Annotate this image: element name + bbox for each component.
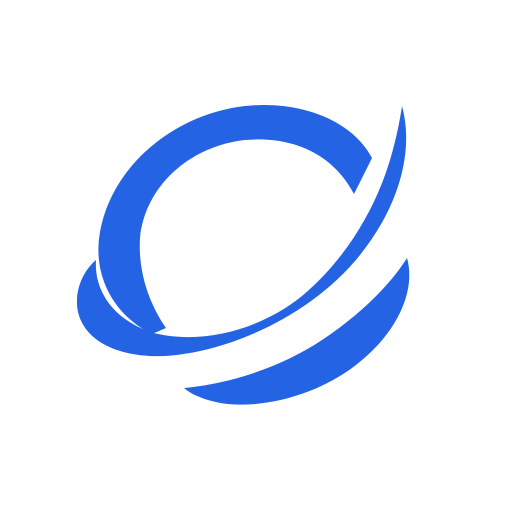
orbit-ring-lower-shape — [184, 258, 410, 405]
logo-canvas — [0, 0, 512, 512]
planet-ring-logo-icon — [76, 104, 410, 405]
planet-arc-shape — [98, 104, 373, 334]
